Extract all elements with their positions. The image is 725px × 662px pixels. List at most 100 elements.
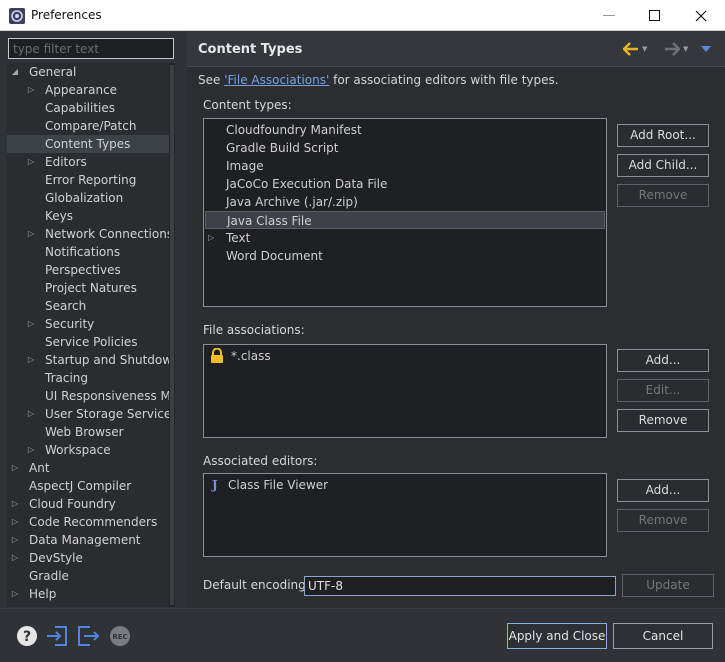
tree-item[interactable]: Perspectives xyxy=(7,261,169,279)
view-menu-button[interactable] xyxy=(701,40,711,58)
tree-item[interactable]: Search xyxy=(7,297,169,315)
tree-item[interactable]: Keys xyxy=(7,207,169,225)
content-type-label: Cloudfoundry Manifest xyxy=(226,123,362,137)
tree-item[interactable]: ▷ Startup and Shutdown xyxy=(7,351,169,369)
page-header: Content Types ▼ ▼ xyxy=(187,31,725,67)
expand-right-icon[interactable]: ▷ xyxy=(25,225,37,243)
expand-right-icon[interactable]: ▷ xyxy=(25,441,37,459)
tree-item-label: Web Browser xyxy=(45,425,124,439)
expand-right-icon[interactable]: ▷ xyxy=(9,513,21,531)
tree-item[interactable]: Error Reporting xyxy=(7,171,169,189)
preference-tree[interactable]: ◢ General ▷ Appearance Capabilities Compare/P… xyxy=(7,63,175,607)
tree-item[interactable]: ▷ Security xyxy=(7,315,169,333)
tree-item-label: Help xyxy=(29,587,57,601)
tree-item[interactable]: AspectJ Compiler xyxy=(7,477,169,495)
apply-and-close-button[interactable]: Apply and Close xyxy=(507,623,607,649)
minimize-button[interactable] xyxy=(586,0,632,31)
remove-file-association-button[interactable]: Remove xyxy=(617,409,709,432)
content-types-tree[interactable]: Cloudfoundry Manifest Gradle Build Script… xyxy=(203,118,607,307)
tree-item[interactable]: Globalization xyxy=(7,189,169,207)
expand-right-icon[interactable]: ▷ xyxy=(25,315,37,333)
content-type-item[interactable]: Gradle Build Script xyxy=(205,139,605,157)
tree-item[interactable]: Web Browser xyxy=(7,423,169,441)
tree-item[interactable]: UI Responsiveness Mor xyxy=(7,387,169,405)
expand-right-icon[interactable]: ▷ xyxy=(9,585,21,603)
associated-editors-list[interactable]: J Class File Viewer xyxy=(203,473,607,557)
filter-field[interactable] xyxy=(8,38,174,59)
tree-item[interactable]: ▷ Appearance xyxy=(7,81,169,99)
tree-item[interactable]: Project Natures xyxy=(7,279,169,297)
edit-file-association-button[interactable]: Edit... xyxy=(617,379,709,402)
content-type-item[interactable]: ▷ Text xyxy=(205,229,605,247)
content-type-item[interactable]: Cloudfoundry Manifest xyxy=(205,121,605,139)
back-button[interactable]: ▼ xyxy=(623,40,647,58)
file-association-label: *.class xyxy=(231,349,271,363)
expand-right-icon[interactable]: ▷ xyxy=(25,405,37,423)
expand-right-icon[interactable]: ▷ xyxy=(9,549,21,567)
tree-item[interactable]: ▷ Workspace xyxy=(7,441,169,459)
forward-menu-icon[interactable]: ▼ xyxy=(683,45,688,53)
export-icon[interactable] xyxy=(77,625,99,647)
tree-item[interactable]: Content Types xyxy=(7,135,169,153)
add-editor-button[interactable]: Add... xyxy=(617,479,709,502)
remove-editor-button[interactable]: Remove xyxy=(617,509,709,532)
file-associations-link[interactable]: 'File Associations' xyxy=(224,73,329,87)
cancel-button[interactable]: Cancel xyxy=(613,623,713,649)
tree-item[interactable]: ▷ Data Management xyxy=(7,531,169,549)
expand-right-icon[interactable]: ▷ xyxy=(9,459,21,477)
add-root-button[interactable]: Add Root... xyxy=(617,124,709,147)
svg-text:?: ? xyxy=(23,629,31,645)
default-encoding-input[interactable]: UTF-8 xyxy=(304,576,616,596)
tree-item[interactable]: ▷ Network Connections xyxy=(7,225,169,243)
tree-item[interactable]: Tracing xyxy=(7,369,169,387)
expand-right-icon[interactable]: ▷ xyxy=(9,495,21,513)
record-icon-text: REC xyxy=(112,633,127,641)
content-type-item[interactable]: Image xyxy=(205,157,605,175)
content-type-item[interactable]: JaCoCo Execution Data File xyxy=(205,175,605,193)
expand-down-icon[interactable]: ◢ xyxy=(9,63,21,81)
lock-icon xyxy=(211,348,223,363)
tree-item-label: Gradle xyxy=(29,569,69,583)
tree-scrollbar[interactable] xyxy=(169,63,175,607)
add-child-button[interactable]: Add Child... xyxy=(617,154,709,177)
back-arrow-icon xyxy=(623,42,638,56)
tree-item[interactable]: Capabilities xyxy=(7,99,169,117)
record-icon[interactable]: REC xyxy=(109,625,131,647)
tree-item[interactable]: ◢ General xyxy=(7,63,169,81)
expand-right-icon[interactable]: ▷ xyxy=(9,531,21,549)
remove-content-type-button[interactable]: Remove xyxy=(617,184,709,207)
content-type-label: Java Class File xyxy=(227,214,312,228)
help-icon[interactable]: ? xyxy=(16,625,38,647)
tree-item-label: Startup and Shutdown xyxy=(45,353,169,367)
tree-item[interactable]: Compare/Patch xyxy=(7,117,169,135)
expand-right-icon[interactable]: ▷ xyxy=(208,229,214,247)
tree-item[interactable]: ▷ Ant xyxy=(7,459,169,477)
tree-item[interactable]: ▷ Cloud Foundry xyxy=(7,495,169,513)
description-text-end: for associating editors with file types. xyxy=(329,73,559,87)
update-encoding-button[interactable]: Update xyxy=(622,574,714,597)
add-file-association-button[interactable]: Add... xyxy=(617,349,709,372)
expand-right-icon[interactable]: ▷ xyxy=(25,153,37,171)
import-icon[interactable] xyxy=(46,625,68,647)
filter-input[interactable] xyxy=(9,39,173,58)
close-button[interactable] xyxy=(678,0,724,31)
file-associations-list[interactable]: *.class xyxy=(203,344,607,438)
tree-item[interactable]: ▷ Help xyxy=(7,585,169,603)
tree-item[interactable]: Notifications xyxy=(7,243,169,261)
content-type-item[interactable]: Java Class File xyxy=(205,211,605,229)
forward-button[interactable]: ▼ xyxy=(664,40,688,58)
maximize-button[interactable] xyxy=(632,0,678,31)
tree-item[interactable]: ▷ Editors xyxy=(7,153,169,171)
maximize-icon xyxy=(649,9,660,21)
expand-right-icon[interactable]: ▷ xyxy=(25,351,37,369)
tree-item[interactable]: Service Policies xyxy=(7,333,169,351)
content-type-item[interactable]: Word Document xyxy=(205,247,605,265)
tree-item[interactable]: ▷ DevStyle xyxy=(7,549,169,567)
back-menu-icon[interactable]: ▼ xyxy=(642,45,647,53)
tree-item[interactable]: Gradle xyxy=(7,567,169,585)
scrollbar-thumb[interactable] xyxy=(170,65,174,605)
expand-right-icon[interactable]: ▷ xyxy=(25,81,37,99)
tree-item[interactable]: ▷ Code Recommenders xyxy=(7,513,169,531)
tree-item[interactable]: ▷ User Storage Service xyxy=(7,405,169,423)
content-type-item[interactable]: Java Archive (.jar/.zip) xyxy=(205,193,605,211)
